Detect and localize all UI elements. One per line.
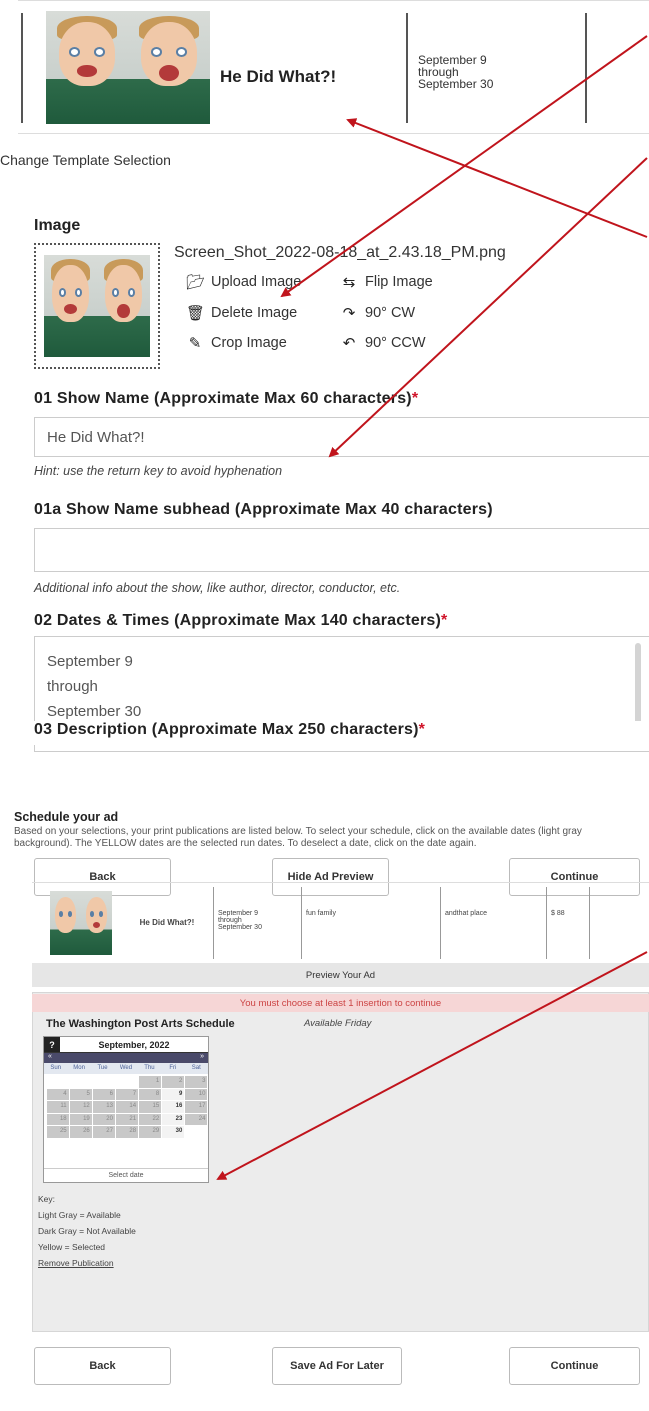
annotation-arrow — [216, 951, 648, 1180]
annotation-arrow — [328, 157, 648, 458]
annotation-arrows — [216, 35, 648, 1180]
annotation-arrow — [346, 118, 648, 238]
